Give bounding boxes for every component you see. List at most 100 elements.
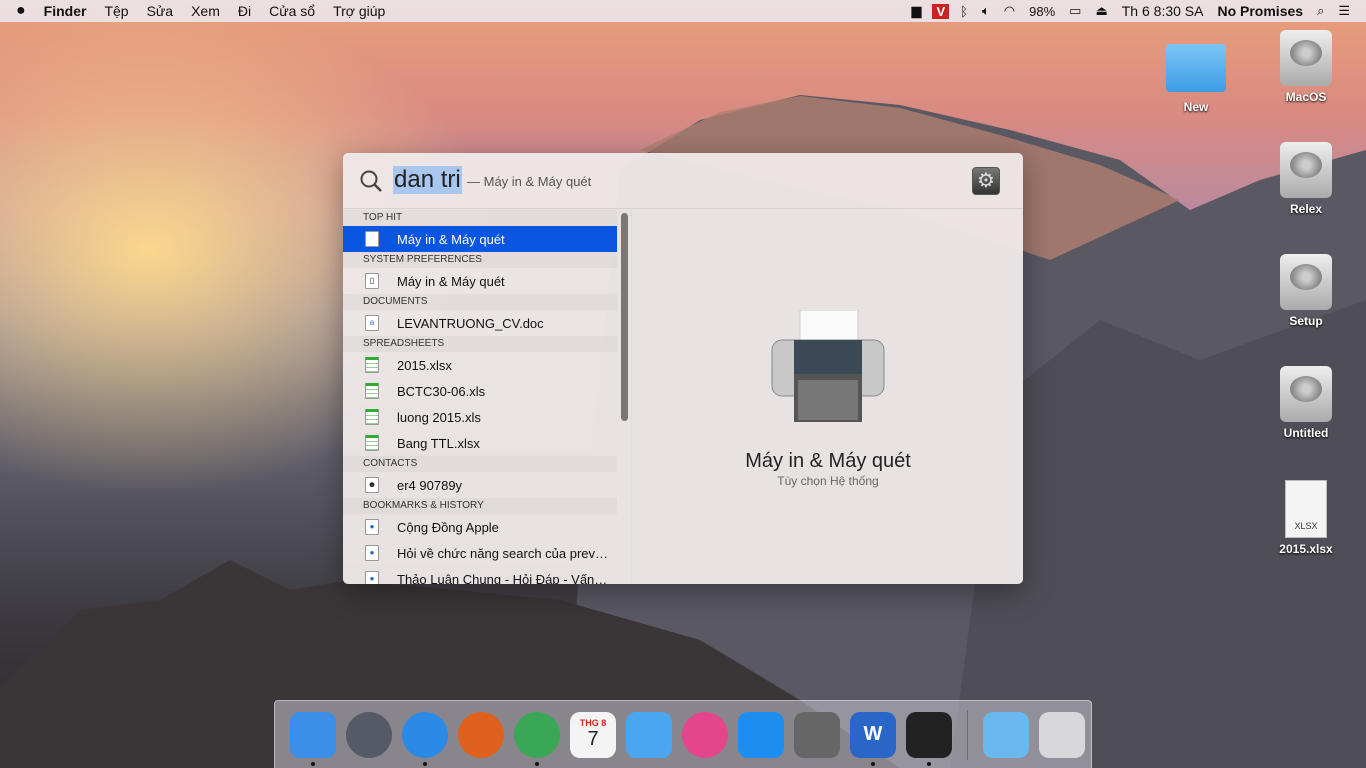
search-query[interactable]: dan tri <box>393 166 462 194</box>
webpage-icon: ● <box>365 545 379 561</box>
eject-icon[interactable]: ⏏ <box>1088 3 1114 19</box>
section-header: SPREADSHEETS <box>343 336 617 352</box>
result-label: Máy in & Máy quét <box>397 273 505 289</box>
section-header: DOCUMENTS <box>343 294 617 310</box>
battery-icon[interactable]: ▭ <box>1062 3 1088 19</box>
preview-subtitle: Tùy chọn Hệ thống <box>777 474 879 488</box>
results-list: TOP HIT ▯ Máy in & Máy quét SYSTEM PREFEREN… <box>343 210 632 584</box>
finder-icon[interactable] <box>290 711 336 766</box>
bluetooth-icon[interactable]: ᛒ <box>953 4 975 19</box>
battery-percent[interactable]: 98% <box>1022 4 1062 19</box>
spotlight-window: dan tri — Máy in & Máy quét ⚙ TOP HIT ▯ Má… <box>343 153 1023 584</box>
calendar-day: 7 <box>587 728 599 750</box>
result-item[interactable]: Bang TTL.xlsx <box>343 430 617 456</box>
desktop-icon-label: New <box>1183 100 1209 114</box>
menu-window[interactable]: Cửa sổ <box>260 3 324 19</box>
hard-disk-icon <box>1280 254 1332 310</box>
doc-icon: a <box>365 315 379 331</box>
section-header: CONTACTS <box>343 456 617 472</box>
itunes-icon[interactable] <box>682 711 728 758</box>
display-icon[interactable]: ▆ <box>904 3 928 19</box>
result-item[interactable]: luong 2015.xls <box>343 404 617 430</box>
desktop-icon-new[interactable]: New <box>1156 38 1236 114</box>
desktop-icon-2015-xlsx[interactable]: XLSX 2015.xlsx <box>1266 480 1346 556</box>
system-preferences-icon[interactable] <box>794 711 840 758</box>
result-item[interactable]: ● Cộng Đồng Apple <box>343 514 617 540</box>
launchpad-icon[interactable] <box>346 711 392 758</box>
results-scrollbar[interactable] <box>621 213 628 421</box>
result-label: LEVANTRUONG_CV.doc <box>397 315 544 331</box>
result-label: Bang TTL.xlsx <box>397 435 480 451</box>
result-item[interactable]: BCTC30-06.xls <box>343 378 617 404</box>
desktop-icon-label: 2015.xlsx <box>1279 542 1333 556</box>
spotlight-search-bar[interactable]: dan tri — Máy in & Máy quét ⚙ <box>343 153 1023 209</box>
dock: THG 87 W <box>274 700 1092 768</box>
hard-disk-icon <box>1280 142 1332 198</box>
spreadsheet-icon <box>365 409 379 425</box>
webpage-icon: ● <box>365 519 379 535</box>
firefox-icon[interactable] <box>458 711 504 758</box>
word-letter: W <box>863 723 883 745</box>
preview-title: Máy in & Máy quét <box>745 450 911 472</box>
menu-finder[interactable]: Finder <box>35 3 96 19</box>
result-label: luong 2015.xls <box>397 409 481 425</box>
menu-view[interactable]: Xem <box>182 3 229 19</box>
result-label: 2015.xlsx <box>397 357 452 373</box>
preference-icon: ▯ <box>365 231 379 247</box>
trash-icon[interactable] <box>1039 711 1085 758</box>
notification-center-icon[interactable]: ☰ <box>1331 3 1366 19</box>
section-header: BOOKMARKS & HISTORY <box>343 498 617 514</box>
result-label: Hỏi về chức năng search của prev… <box>397 545 609 561</box>
result-item[interactable]: ☻ er4 90789y <box>343 472 617 498</box>
chrome-icon[interactable] <box>514 711 560 766</box>
menu-bar: ● Finder Tệp Sửa Xem Đi Cửa sổ Trợ giúp … <box>0 0 1366 22</box>
result-item[interactable]: ▯ Máy in & Máy quét <box>343 226 617 252</box>
result-label: Cộng Đồng Apple <box>397 519 499 535</box>
section-header: SYSTEM PREFERENCES <box>343 252 617 268</box>
desktop-icon-untitled[interactable]: Untitled <box>1266 366 1346 440</box>
result-item[interactable]: 2015.xlsx <box>343 352 617 378</box>
vivaldi-icon[interactable]: V <box>932 3 950 19</box>
desktop-icon-label: Setup <box>1289 314 1323 328</box>
result-item[interactable]: ▯ Máy in & Máy quét <box>343 268 617 294</box>
preview-pane: Máy in & Máy quét Tùy chọn Hệ thống <box>633 210 1023 584</box>
apple-menu-icon[interactable]: ● <box>0 2 35 20</box>
messages-icon[interactable] <box>626 711 672 758</box>
activity-monitor-icon[interactable] <box>906 711 952 766</box>
word-icon[interactable]: W <box>850 711 896 766</box>
desktop-icon-setup[interactable]: Setup <box>1266 254 1346 328</box>
desktop-icon-relex[interactable]: Relex <box>1266 142 1346 216</box>
desktop-icon-label: Untitled <box>1283 426 1329 440</box>
hard-disk-icon <box>1280 30 1332 86</box>
menu-file[interactable]: Tệp <box>95 3 137 19</box>
result-label: er4 90789y <box>397 477 463 493</box>
calendar-icon[interactable]: THG 87 <box>570 711 616 758</box>
menu-help[interactable]: Trợ giúp <box>324 3 394 19</box>
search-completion-hint: — Máy in & Máy quét <box>467 174 592 189</box>
volume-icon[interactable]: 🔈︎ <box>975 3 997 19</box>
spreadsheet-icon <box>365 383 379 399</box>
menu-go[interactable]: Đi <box>229 3 260 19</box>
preference-icon: ▯ <box>365 273 379 289</box>
desktop-icon-macos[interactable]: MacOS <box>1266 30 1346 104</box>
hard-disk-icon <box>1280 366 1332 422</box>
desktop-icon-label: Relex <box>1289 202 1323 216</box>
result-label: BCTC30-06.xls <box>397 383 486 399</box>
section-header: TOP HIT <box>343 210 617 226</box>
downloads-icon[interactable] <box>983 711 1029 758</box>
spreadsheet-icon <box>365 357 379 373</box>
printer-icon <box>771 310 885 422</box>
result-item[interactable]: ● Thảo Luận Chung - Hỏi Đáp - Vấn… <box>343 566 617 584</box>
desktop-icon-label: MacOS <box>1285 90 1327 104</box>
safari-icon[interactable] <box>402 711 448 766</box>
spotlight-icon[interactable]: ⌕ <box>1310 3 1331 19</box>
result-label: Máy in & Máy quét <box>397 231 505 247</box>
contact-icon: ☻ <box>365 477 379 493</box>
user-name[interactable]: No Promises <box>1210 3 1310 19</box>
menu-edit[interactable]: Sửa <box>138 3 183 19</box>
result-item[interactable]: a LEVANTRUONG_CV.doc <box>343 310 617 336</box>
clock[interactable]: Th 6 8:30 SA <box>1115 3 1211 19</box>
app-store-icon[interactable] <box>738 711 784 758</box>
wifi-icon[interactable]: ◠ <box>997 3 1022 19</box>
result-item[interactable]: ● Hỏi về chức năng search của prev… <box>343 540 617 566</box>
